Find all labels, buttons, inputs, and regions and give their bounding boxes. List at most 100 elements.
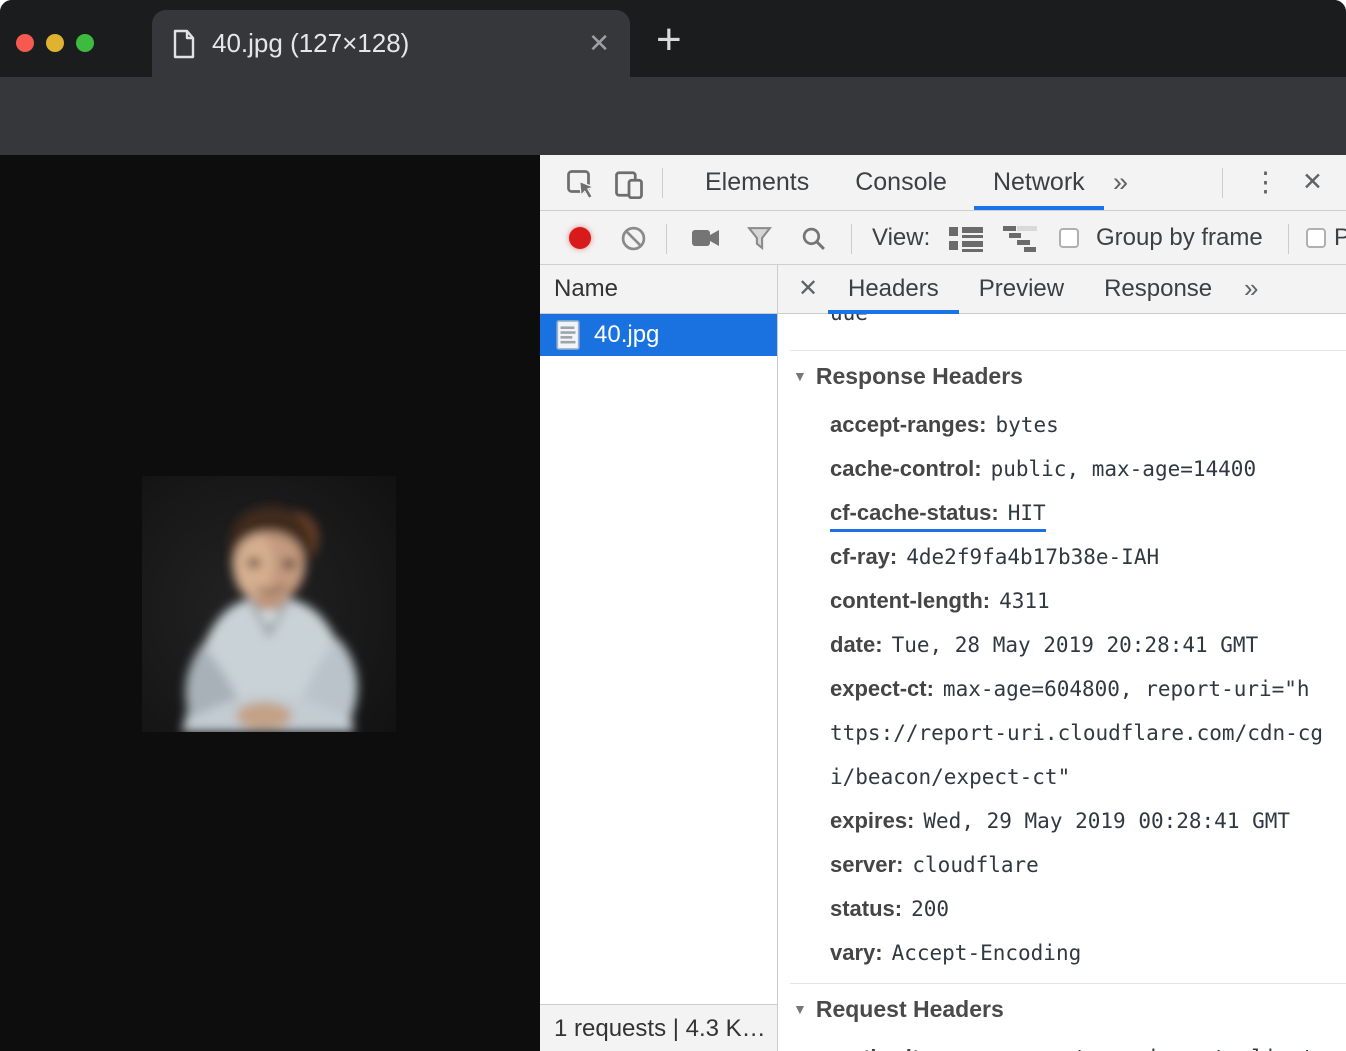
details-tab-headers[interactable]: Headers <box>828 265 959 313</box>
minimize-window-button[interactable] <box>46 34 64 52</box>
header-value: i/beacon/expect-ct" <box>830 765 1070 789</box>
header-key: expires: <box>830 808 914 833</box>
devtools-tab-elements[interactable]: Elements <box>682 155 832 210</box>
header-key: content-length: <box>830 588 990 613</box>
new-tab-button[interactable]: + <box>656 18 682 62</box>
header-key: vary: <box>830 940 883 965</box>
search-icon[interactable] <box>801 226 826 251</box>
devtools-tab-network[interactable]: Network <box>970 155 1108 210</box>
header-key: server: <box>830 852 903 877</box>
header-value: 4311 <box>999 589 1050 613</box>
response-headers-list: accept-ranges: bytes cache-control: public,… <box>830 403 1346 975</box>
divider <box>1222 168 1223 198</box>
network-toolbar: View: Group by frame Preserve log <box>540 211 1346 265</box>
header-row: expect-ct:max-age=604800, report-uri="h <box>830 667 1346 711</box>
header-key: expect-ct: <box>830 676 934 701</box>
header-row: cf-cache-status:HIT <box>830 491 1346 535</box>
headers-pane[interactable]: uue ▼Response Headers accept-ranges: byte… <box>778 314 1346 1051</box>
request-details-panel: ✕ HeadersPreviewResponse » uue ▼Response… <box>778 265 1346 1051</box>
header-row: status: 200 <box>830 887 1346 931</box>
header-key: accept-ranges: <box>830 412 987 437</box>
header-value: Tue, 28 May 2019 20:28:41 GMT <box>892 633 1259 657</box>
group-by-frame-label: Group by frame <box>1096 211 1263 264</box>
details-close-icon[interactable]: ✕ <box>798 265 818 312</box>
header-value: serve-assets-workers-toolin-t <box>948 1046 1315 1051</box>
header-value: 4de2f9fa4b17b38e-IAH <box>906 545 1159 569</box>
header-row: server: cloudflare <box>830 843 1346 887</box>
page-favicon-icon <box>172 29 196 59</box>
header-row-authority: :authority: serve-assets-workers-toolin-t <box>830 1036 1346 1051</box>
page-content <box>0 155 540 1051</box>
preserve-log-checkbox[interactable] <box>1306 228 1326 248</box>
scrolled-text-fragment: uue <box>830 314 1346 325</box>
devtools-menu-icon[interactable]: ⋮ <box>1252 155 1279 210</box>
document-icon <box>556 320 580 350</box>
tab-title: 40.jpg (127×128) <box>212 28 409 59</box>
header-row: accept-ranges: bytes <box>830 403 1346 447</box>
underline-highlight: cf-cache-status:HIT <box>830 499 1046 532</box>
header-key: cf-cache-status: <box>830 500 999 525</box>
header-key: cf-ray: <box>830 544 897 569</box>
header-value: 200 <box>911 897 949 921</box>
header-value: cloudflare <box>912 853 1038 877</box>
name-column-header[interactable]: Name <box>540 265 777 314</box>
devtools-tab-console[interactable]: Console <box>832 155 970 210</box>
header-key: :authority: <box>830 1045 939 1051</box>
details-more-tabs-icon[interactable]: » <box>1244 265 1258 312</box>
requests-summary: 1 requests | 4.3 K… <box>540 1004 777 1051</box>
traffic-lights <box>16 34 94 52</box>
devtools-main-bar: ElementsConsoleNetwork » ⋮ ✕ <box>540 155 1346 211</box>
maximize-window-button[interactable] <box>76 34 94 52</box>
group-by-frame-checkbox[interactable] <box>1059 228 1079 248</box>
header-value: Accept-Encoding <box>892 941 1082 965</box>
header-row: vary: Accept-Encoding <box>830 931 1346 975</box>
header-row: i/beacon/expect-ct" <box>830 755 1346 799</box>
devtools-tab-bar: ElementsConsoleNetwork <box>682 155 1108 210</box>
details-tab-bar: ✕ HeadersPreviewResponse » <box>778 265 1346 314</box>
header-value: bytes <box>996 413 1059 437</box>
inspect-element-icon[interactable] <box>566 169 596 199</box>
request-row-40jpg[interactable]: 40.jpg <box>540 314 777 356</box>
header-row: expires: Wed, 29 May 2019 00:28:41 GMT <box>830 799 1346 843</box>
header-key: status: <box>830 896 902 921</box>
clear-icon[interactable] <box>621 226 646 251</box>
header-row: ttps://report-uri.cloudflare.com/cdn-cg <box>830 711 1346 755</box>
request-headers-section-title[interactable]: ▼Request Headers <box>793 994 1346 1024</box>
browser-window: 40.jpg (127×128) ✕ + https:// /faces/40.… <box>0 0 1346 1051</box>
overview-waterfall-icon[interactable] <box>1003 226 1039 252</box>
browser-toolbar: https:// /faces/40.jpg <box>0 77 1346 155</box>
tab-strip: 40.jpg (127×128) ✕ + <box>0 0 1346 77</box>
section-divider <box>790 983 1346 984</box>
record-network-log-button[interactable] <box>569 227 591 249</box>
tab-close-icon[interactable]: ✕ <box>588 28 610 59</box>
capture-screenshots-icon[interactable] <box>692 228 720 248</box>
details-tab-response[interactable]: Response <box>1084 265 1232 313</box>
list-view-icon[interactable] <box>949 226 985 252</box>
divider <box>1288 224 1289 254</box>
header-value: public, max-age=14400 <box>991 457 1257 481</box>
header-key: cache-control: <box>830 456 982 481</box>
more-tabs-icon[interactable]: » <box>1113 155 1128 210</box>
details-tab-preview[interactable]: Preview <box>959 265 1084 313</box>
header-row: date: Tue, 28 May 2019 20:28:41 GMT <box>830 623 1346 667</box>
request-name: 40.jpg <box>594 321 659 349</box>
portrait-photo <box>142 476 396 732</box>
network-body: Name 40.jpg 1 requests | 4.3 K… ✕ Header… <box>540 265 1346 1051</box>
requests-panel: Name 40.jpg 1 requests | 4.3 K… <box>540 265 778 1051</box>
collapse-arrow-icon: ▼ <box>793 1001 807 1017</box>
device-toolbar-icon[interactable] <box>614 169 644 199</box>
header-value: Wed, 29 May 2019 00:28:41 GMT <box>923 809 1290 833</box>
close-window-button[interactable] <box>16 34 34 52</box>
header-row: content-length: 4311 <box>830 579 1346 623</box>
section-divider <box>790 350 1346 351</box>
header-row: cf-ray: 4de2f9fa4b17b38e-IAH <box>830 535 1346 579</box>
devtools-close-icon[interactable]: ✕ <box>1302 155 1323 210</box>
collapse-arrow-icon: ▼ <box>793 368 807 384</box>
devtools-panel: ElementsConsoleNetwork » ⋮ ✕ <box>540 155 1346 1051</box>
browser-tab[interactable]: 40.jpg (127×128) ✕ <box>152 10 630 77</box>
response-headers-section-title[interactable]: ▼Response Headers <box>793 361 1346 391</box>
header-key: date: <box>830 632 883 657</box>
filter-icon[interactable] <box>747 226 772 250</box>
preserve-log-label-clipped: Preserve log <box>1334 211 1346 264</box>
divider <box>662 168 663 198</box>
